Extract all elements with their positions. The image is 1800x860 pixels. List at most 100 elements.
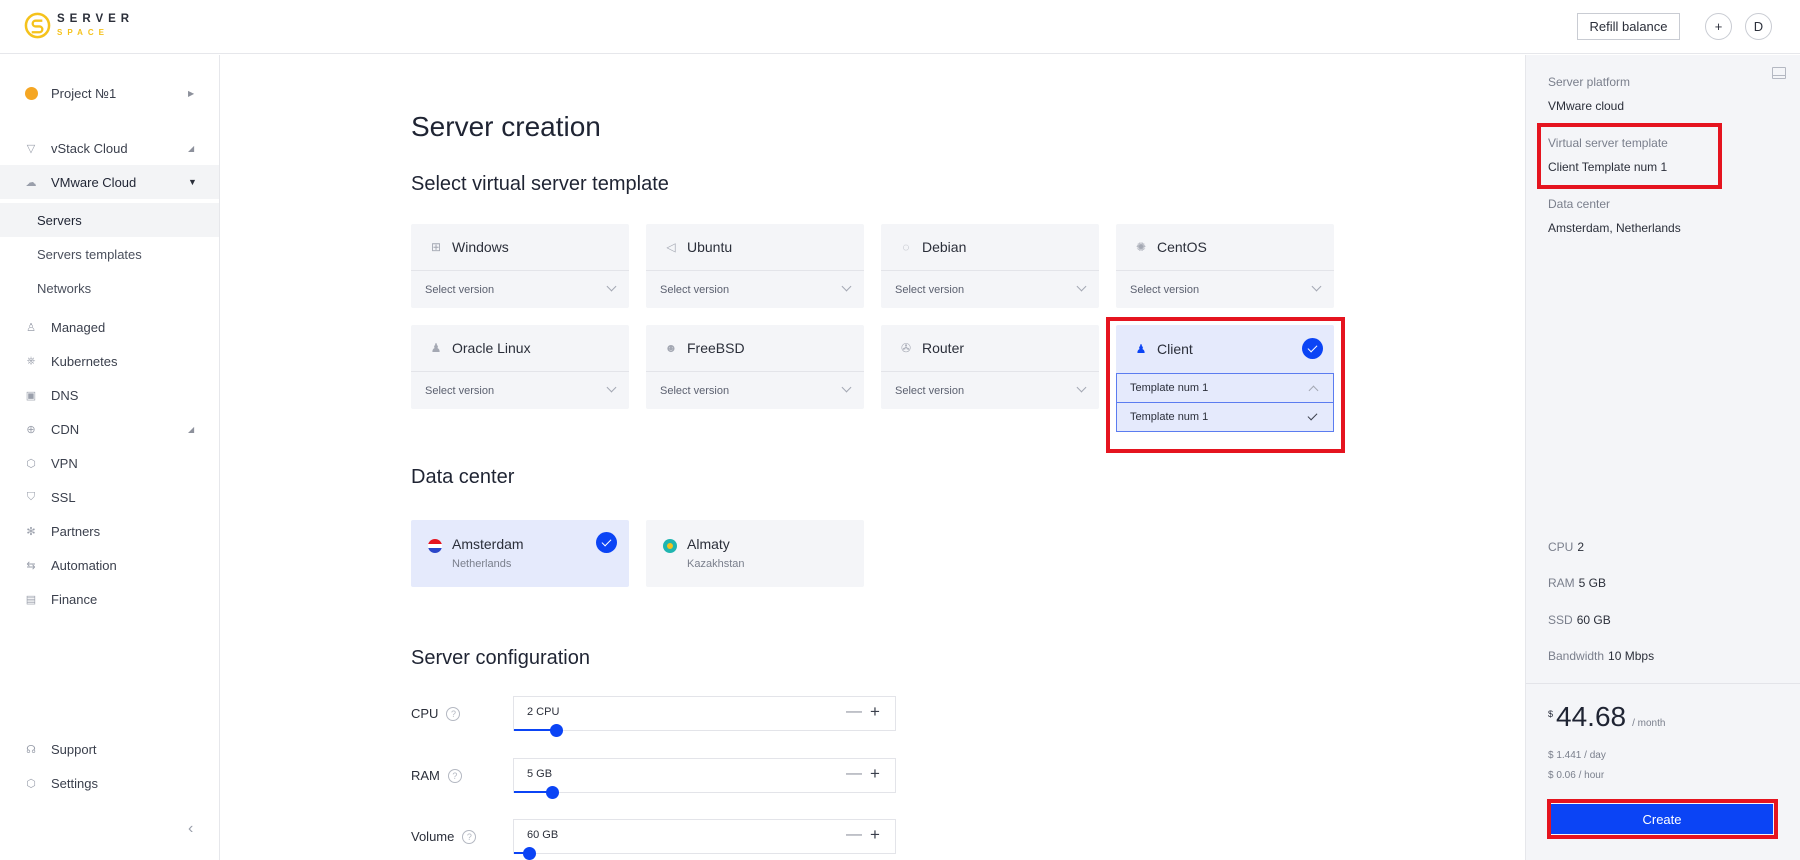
sidebar-item-support[interactable]: ☊ Support xyxy=(0,732,219,766)
ram-label: RAM? xyxy=(411,768,462,783)
spec-ram: RAM 5 GB xyxy=(1548,576,1606,590)
kubernetes-icon: ⎈ xyxy=(26,354,36,367)
version-select[interactable]: Select version xyxy=(881,372,1099,409)
version-select[interactable]: Select version xyxy=(881,271,1099,308)
chevron-down-icon xyxy=(606,382,617,393)
sidebar-item-settings[interactable]: ⬡ Settings xyxy=(0,766,219,800)
selected-check-icon xyxy=(1302,338,1323,359)
freebsd-icon: ☻ xyxy=(664,341,678,355)
slider-handle[interactable] xyxy=(549,724,563,737)
version-select-placeholder: Select version xyxy=(660,384,730,397)
decrement-button[interactable]: — xyxy=(846,703,862,721)
selected-check-icon xyxy=(596,532,617,553)
sidebar-subitem-label: Servers templates xyxy=(37,246,142,262)
project-selector[interactable]: Project №1 ▶ xyxy=(0,76,219,110)
sidebar-subitem-networks[interactable]: Networks xyxy=(0,271,219,305)
logo-text-bottom: SPACE xyxy=(57,27,109,37)
shield-icon: ⛉ xyxy=(26,490,36,503)
help-icon[interactable]: ? xyxy=(447,768,462,783)
oracle-icon: ♟ xyxy=(430,341,442,355)
cpu-label: CPU? xyxy=(411,706,461,721)
price-amount: 44.68 xyxy=(1556,701,1627,732)
datacenter-section-heading: Data center xyxy=(411,466,515,488)
decrement-button[interactable]: — xyxy=(846,765,862,783)
snowflake-icon: ✻ xyxy=(26,525,36,538)
page-title: Server creation xyxy=(411,111,601,142)
router-icon: ✇ xyxy=(900,341,912,355)
template-card-freebsd[interactable]: ☻ FreeBSD Select version xyxy=(646,325,864,409)
template-card-router[interactable]: ✇ Router Select version xyxy=(881,325,1099,409)
sidebar-item-kubernetes[interactable]: ⎈ Kubernetes xyxy=(0,344,219,378)
spec-cpu: CPU 2 xyxy=(1548,540,1584,554)
managed-icon: ♙ xyxy=(26,321,36,334)
increment-button[interactable]: + xyxy=(870,764,880,784)
version-option-label: Template num 1 xyxy=(1130,411,1209,423)
stepper-value: 2 CPU xyxy=(527,706,560,718)
sidebar-item-partners[interactable]: ✻ Partners xyxy=(0,514,219,548)
datacenter-card-amsterdam[interactable]: Amsterdam Netherlands xyxy=(411,520,629,587)
template-card-ubuntu[interactable]: ◁ Ubuntu Select version xyxy=(646,224,864,308)
sidebar-item-managed[interactable]: ♙ Managed xyxy=(0,310,219,344)
selected-version: Template num 1 xyxy=(1130,382,1209,394)
collapse-panel-icon[interactable] xyxy=(1772,67,1786,79)
spec-bandwidth: Bandwidth 10 Mbps xyxy=(1548,649,1654,663)
spec-label: RAM xyxy=(1548,576,1575,590)
template-card-client[interactable]: ♟ Client xyxy=(1116,325,1334,375)
template-card-windows[interactable]: ⊞ Windows Select version xyxy=(411,224,629,308)
config-label-text: Volume xyxy=(411,829,455,844)
client-icon: ♟ xyxy=(1135,341,1147,356)
datacenter-card-almaty[interactable]: Almaty Kazakhstan xyxy=(646,520,864,587)
sidebar-subitem-servers-templates[interactable]: Servers templates xyxy=(0,237,219,271)
increment-button[interactable]: + xyxy=(870,702,880,722)
create-button[interactable]: Create xyxy=(1551,804,1773,834)
top-header: SERVER SPACE Refill balance + D xyxy=(0,0,1800,54)
sidebar-item-dns[interactable]: ▣ DNS xyxy=(0,378,219,412)
increment-button[interactable]: + xyxy=(870,825,880,845)
sidebar-item-vstack-cloud[interactable]: ▽ vStack Cloud ◢ xyxy=(0,131,219,165)
checkmark-icon xyxy=(1307,410,1318,421)
user-avatar[interactable]: D xyxy=(1745,13,1772,40)
client-version-select[interactable]: Template num 1 xyxy=(1116,373,1334,403)
sidebar-item-finance[interactable]: ▤ Finance xyxy=(0,582,219,616)
collapse-sidebar-icon[interactable]: ‹ xyxy=(188,820,193,838)
config-label-text: CPU xyxy=(411,706,439,721)
slider-handle[interactable] xyxy=(523,847,537,860)
sidebar-item-vmware-cloud[interactable]: ☁ VMware Cloud ▼ xyxy=(0,165,219,199)
sidebar-item-label: VPN xyxy=(51,455,78,471)
slider-handle[interactable] xyxy=(546,786,560,799)
summary-platform-value: VMware cloud xyxy=(1548,99,1625,113)
chevron-down-icon: ▼ xyxy=(188,177,197,187)
version-select[interactable]: Select version xyxy=(646,372,864,409)
serverspace-logo[interactable]: SERVER SPACE xyxy=(24,12,134,39)
sidebar-item-label: vStack Cloud xyxy=(51,140,128,156)
ram-stepper[interactable]: 5 GB — + xyxy=(513,758,896,799)
sidebar: Project №1 ▶ ▽ vStack Cloud ◢ ☁ VMware C… xyxy=(0,55,220,860)
sidebar-item-cdn[interactable]: ⊕ CDN ◢ xyxy=(0,412,219,446)
sidebar-subitem-label: Servers xyxy=(37,212,82,228)
version-select-placeholder: Select version xyxy=(425,283,495,296)
version-select[interactable]: Select version xyxy=(411,372,629,409)
spec-value: 2 xyxy=(1577,540,1585,554)
volume-stepper[interactable]: 60 GB — + xyxy=(513,819,896,860)
template-name: Windows xyxy=(452,239,509,255)
version-select[interactable]: Select version xyxy=(1116,271,1334,308)
help-icon[interactable]: ? xyxy=(462,829,477,844)
cpu-stepper[interactable]: 2 CPU — + xyxy=(513,696,896,737)
help-icon[interactable]: ? xyxy=(446,706,461,721)
sidebar-subitem-servers[interactable]: Servers xyxy=(0,203,219,237)
sidebar-item-label: Automation xyxy=(51,557,117,573)
template-section-heading: Select virtual server template xyxy=(411,173,669,195)
version-select[interactable]: Select version xyxy=(646,271,864,308)
version-select[interactable]: Select version xyxy=(411,271,629,308)
template-card-centos[interactable]: ✺ CentOS Select version xyxy=(1116,224,1334,308)
template-card-debian[interactable]: ◌ Debian Select version xyxy=(881,224,1099,308)
sidebar-item-ssl[interactable]: ⛉ SSL xyxy=(0,480,219,514)
spec-label: Bandwidth xyxy=(1548,649,1605,663)
refill-balance-button[interactable]: Refill balance xyxy=(1577,13,1680,40)
add-button[interactable]: + xyxy=(1705,13,1732,40)
version-option[interactable]: Template num 1 xyxy=(1116,402,1334,432)
sidebar-item-automation[interactable]: ⇆ Automation xyxy=(0,548,219,582)
decrement-button[interactable]: — xyxy=(846,826,862,844)
template-card-oracle-linux[interactable]: ♟ Oracle Linux Select version xyxy=(411,325,629,409)
sidebar-item-vpn[interactable]: ⬡ VPN xyxy=(0,446,219,480)
